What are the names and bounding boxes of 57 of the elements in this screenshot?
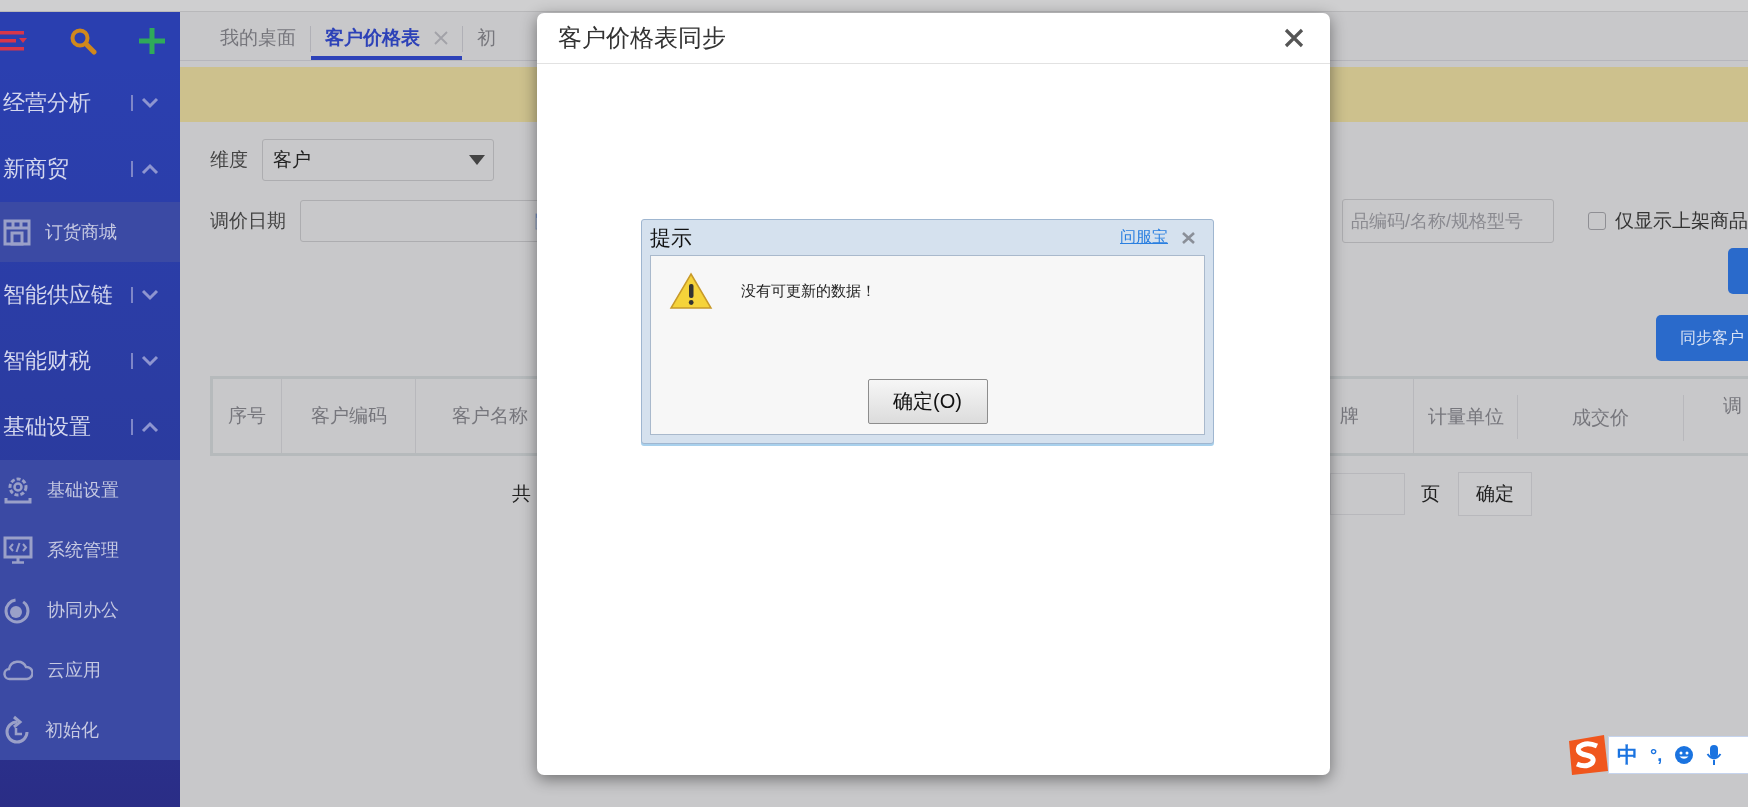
monitor-code-icon <box>3 535 33 565</box>
help-link[interactable]: 问服宝 <box>1120 227 1168 248</box>
tab[interactable]: 客户价格表 <box>311 20 462 60</box>
column-header: 客户名称 <box>451 404 529 428</box>
cloud-icon <box>3 658 33 682</box>
chevron-down-icon <box>141 289 159 301</box>
dropdown-arrow-icon <box>469 155 485 165</box>
total-text: 共 <box>512 482 531 506</box>
smiley-icon[interactable] <box>1674 745 1695 765</box>
checkbox-label: 仅显示上架商品 <box>1615 209 1748 233</box>
chevron-down-icon <box>141 97 159 109</box>
field-label: 调价日期 <box>210 209 286 233</box>
page-input[interactable] <box>1330 473 1405 515</box>
tab[interactable]: 初 <box>463 20 510 60</box>
close-icon[interactable] <box>1284 28 1304 48</box>
chevron-down-icon <box>141 355 159 367</box>
dialog-title: 客户价格表同步 <box>558 23 726 53</box>
sync-button[interactable]: 同步客户 <box>1656 315 1748 361</box>
menu-group[interactable]: 智能财税 <box>0 328 180 394</box>
menu-group[interactable]: 新商贸 <box>0 136 180 202</box>
dimension-select[interactable]: 客户 <box>262 139 494 181</box>
plus-icon[interactable] <box>138 27 166 55</box>
column-header: 客户编码 <box>282 379 416 453</box>
menu-group[interactable]: 经营分析 <box>0 70 180 136</box>
field-label: 维度 <box>210 148 248 172</box>
ime-logo-icon[interactable] <box>1566 733 1610 777</box>
menu-item[interactable]: 基础设置 <box>0 460 180 520</box>
menu-item[interactable]: 订货商城 <box>0 202 180 262</box>
menu-icon[interactable] <box>0 29 28 53</box>
menu-item[interactable]: 初始化 <box>0 700 180 760</box>
page-label: 页 <box>1421 482 1440 506</box>
menu-group[interactable]: 基础设置 <box>0 394 180 460</box>
ime-language[interactable]: 中 <box>1617 741 1638 769</box>
column-header: 成交价 <box>1518 395 1684 441</box>
menu-item[interactable]: 系统管理 <box>0 520 180 580</box>
search-icon[interactable] <box>69 27 97 55</box>
tab[interactable]: 我的桌面 <box>206 20 310 60</box>
menu-item[interactable]: 协同办公 <box>0 580 180 640</box>
column-header: 调 <box>1722 394 1743 418</box>
ime-punctuation[interactable]: °, <box>1650 744 1663 766</box>
chevron-up-icon <box>141 163 159 175</box>
ok-button[interactable]: 确定(O) <box>867 379 988 424</box>
chevron-up-icon <box>141 421 159 433</box>
warning-icon <box>669 272 713 310</box>
alert-title: 提示 <box>650 224 692 252</box>
go-button[interactable]: 确定 <box>1458 472 1532 516</box>
gear-icon <box>3 475 33 505</box>
checkbox[interactable] <box>1588 212 1606 230</box>
refresh-icon <box>3 715 31 745</box>
column-header: 计量单位 <box>1414 395 1518 439</box>
shop-icon <box>3 218 31 246</box>
menu-group[interactable]: 智能供应链 <box>0 262 180 328</box>
search-field[interactable]: 品编码/名称/规格型号 <box>1342 199 1554 243</box>
microphone-icon[interactable] <box>1706 744 1723 766</box>
alert-message: 没有可更新的数据！ <box>741 281 876 301</box>
column-header: 序号 <box>213 379 282 453</box>
menu-item[interactable]: 云应用 <box>0 640 180 700</box>
